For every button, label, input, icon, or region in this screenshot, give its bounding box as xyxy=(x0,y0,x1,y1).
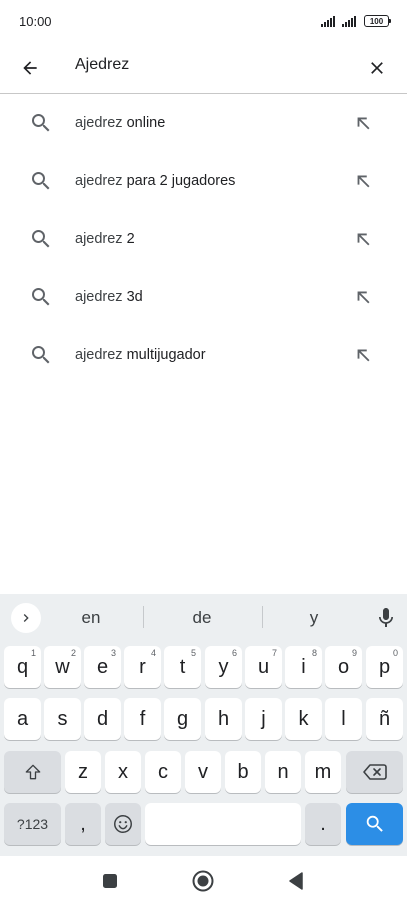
suggestion-label: ajedrez 2 xyxy=(75,231,135,247)
keyboard-suggestion-strip: en de y xyxy=(0,594,407,640)
recents-button[interactable] xyxy=(97,868,123,894)
battery-icon: 100 xyxy=(364,15,391,27)
key-n[interactable]: n xyxy=(265,751,301,793)
word-suggestion[interactable]: y xyxy=(284,608,344,628)
space-key[interactable] xyxy=(145,803,301,845)
key-j[interactable]: j xyxy=(245,698,282,740)
home-button[interactable] xyxy=(190,868,216,894)
key-w[interactable]: w2 xyxy=(44,646,81,688)
backspace-icon xyxy=(362,764,387,780)
suggestion-item[interactable]: ajedrez 3d xyxy=(0,268,407,326)
key-h[interactable]: h xyxy=(205,698,242,740)
suggestion-label: ajedrez para 2 jugadores xyxy=(75,173,236,189)
key-d[interactable]: d xyxy=(84,698,121,740)
key-n-tilde[interactable]: ñ xyxy=(366,698,403,740)
search-icon xyxy=(32,230,50,248)
fill-query-arrow-icon[interactable] xyxy=(353,228,375,250)
signal-icon xyxy=(321,15,335,27)
comma-key[interactable]: , xyxy=(65,803,101,845)
shift-arrow-icon xyxy=(25,764,40,780)
search-input[interactable]: Ajedrez xyxy=(75,56,129,74)
search-key[interactable] xyxy=(346,803,403,845)
key-p[interactable]: p0 xyxy=(366,646,403,688)
search-icon xyxy=(32,346,50,364)
status-bar: 10:00 100 xyxy=(0,0,407,42)
search-icon xyxy=(32,172,50,190)
clear-search-button[interactable] xyxy=(361,52,393,84)
fill-query-arrow-icon[interactable] xyxy=(353,286,375,308)
key-b[interactable]: b xyxy=(225,751,261,793)
key-r[interactable]: r4 xyxy=(124,646,161,688)
suggestion-item[interactable]: ajedrez online xyxy=(0,94,407,152)
square-icon xyxy=(103,874,117,888)
key-l[interactable]: l xyxy=(325,698,362,740)
expand-toolbar-button[interactable] xyxy=(11,603,41,633)
word-suggestion[interactable]: de xyxy=(172,608,232,628)
suggestion-item[interactable]: ajedrez multijugador xyxy=(0,326,407,384)
emoji-icon xyxy=(114,815,132,833)
back-nav-button[interactable] xyxy=(283,868,309,894)
fill-query-arrow-icon[interactable] xyxy=(353,170,375,192)
suggestion-label: ajedrez 3d xyxy=(75,289,143,305)
home-circle-icon xyxy=(192,870,214,892)
suggestion-label: ajedrez online xyxy=(75,115,166,131)
navigation-bar xyxy=(0,856,407,906)
symbols-key[interactable]: ?123 xyxy=(4,803,61,845)
suggestion-item[interactable]: ajedrez para 2 jugadores xyxy=(0,152,407,210)
key-v[interactable]: v xyxy=(185,751,221,793)
fill-query-arrow-icon[interactable] xyxy=(353,112,375,134)
suggestion-item[interactable]: ajedrez 2 xyxy=(0,210,407,268)
arrow-back-icon xyxy=(23,61,37,75)
search-icon xyxy=(32,288,50,306)
status-time: 10:00 xyxy=(19,14,52,29)
fill-query-arrow-icon[interactable] xyxy=(353,344,375,366)
key-y[interactable]: y6 xyxy=(205,646,242,688)
key-s[interactable]: s xyxy=(44,698,81,740)
key-x[interactable]: x xyxy=(105,751,141,793)
key-k[interactable]: k xyxy=(285,698,322,740)
key-a[interactable]: a xyxy=(4,698,41,740)
search-icon xyxy=(32,114,50,132)
back-button[interactable] xyxy=(14,52,46,84)
backspace-key[interactable] xyxy=(346,751,403,793)
divider xyxy=(143,606,144,628)
search-bar: Ajedrez xyxy=(0,42,407,94)
search-icon xyxy=(366,815,383,832)
chevron-right-icon xyxy=(23,614,29,622)
keyboard: en de y q1 w2 e3 r4 t5 y6 u7 i8 o9 p0 a … xyxy=(0,594,407,856)
divider xyxy=(262,606,263,628)
key-i[interactable]: i8 xyxy=(285,646,322,688)
key-e[interactable]: e3 xyxy=(84,646,121,688)
microphone-icon[interactable] xyxy=(374,606,398,630)
shift-key[interactable] xyxy=(4,751,61,793)
signal-icon xyxy=(342,15,356,27)
close-icon xyxy=(371,62,383,74)
triangle-back-icon xyxy=(289,872,303,890)
word-suggestion[interactable]: en xyxy=(61,608,121,628)
key-z[interactable]: z xyxy=(65,751,101,793)
suggestion-list: ajedrez online ajedrez para 2 jugadores … xyxy=(0,94,407,384)
status-icons: 100 xyxy=(321,14,391,28)
battery-level: 100 xyxy=(369,16,384,26)
key-t[interactable]: t5 xyxy=(164,646,201,688)
period-key[interactable]: . xyxy=(305,803,341,845)
key-g[interactable]: g xyxy=(164,698,201,740)
key-o[interactable]: o9 xyxy=(325,646,362,688)
key-c[interactable]: c xyxy=(145,751,181,793)
key-q[interactable]: q1 xyxy=(4,646,41,688)
emoji-key[interactable] xyxy=(105,803,141,845)
key-m[interactable]: m xyxy=(305,751,341,793)
suggestion-label: ajedrez multijugador xyxy=(75,347,206,363)
key-f[interactable]: f xyxy=(124,698,161,740)
key-u[interactable]: u7 xyxy=(245,646,282,688)
